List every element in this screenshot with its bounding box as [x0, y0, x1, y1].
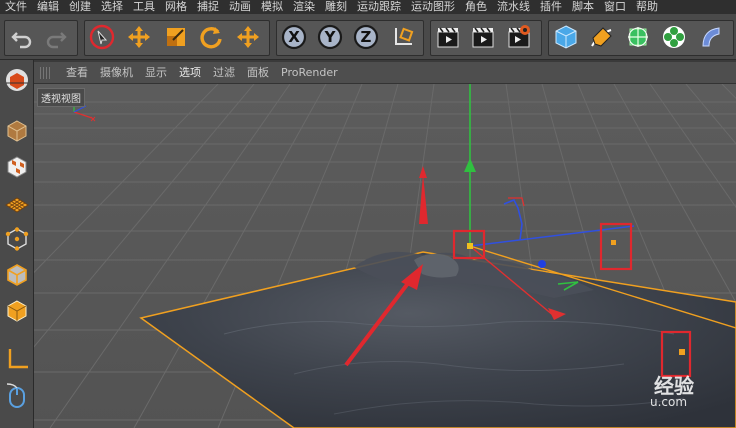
- viewport-menu-filter[interactable]: 过滤: [207, 62, 241, 84]
- menu-select[interactable]: 选择: [96, 0, 128, 14]
- viewport-menu-panel[interactable]: 面板: [241, 62, 275, 84]
- menu-mesh[interactable]: 网格: [160, 0, 192, 14]
- pen-spline-icon[interactable]: [587, 21, 617, 53]
- viewport-menu-options[interactable]: 选项: [173, 62, 207, 84]
- axis-z-button[interactable]: Z: [351, 21, 381, 53]
- selected-point-top[interactable]: [467, 243, 473, 249]
- menu-help[interactable]: 帮助: [631, 0, 663, 14]
- make-editable-icon[interactable]: [2, 64, 32, 96]
- move-alt-icon[interactable]: [233, 21, 263, 53]
- menu-animate[interactable]: 动画: [224, 0, 256, 14]
- axis-y-button[interactable]: Y: [315, 21, 345, 53]
- menu-plugins[interactable]: 插件: [535, 0, 567, 14]
- menu-file[interactable]: 文件: [0, 0, 32, 14]
- viewport-menubar: 查看 摄像机 显示 选项 过滤 面板 ProRender: [34, 62, 736, 84]
- undo-icon[interactable]: [7, 21, 37, 53]
- menu-window[interactable]: 窗口: [599, 0, 631, 14]
- subdivision-surface-icon[interactable]: [623, 21, 653, 53]
- texture-mode-icon[interactable]: [2, 151, 32, 183]
- axis-mode-icon[interactable]: [2, 343, 32, 375]
- render-to-picture-viewer-icon[interactable]: [468, 21, 498, 53]
- svg-text:X: X: [288, 28, 300, 46]
- cloner-icon[interactable]: [659, 21, 689, 53]
- menu-simulate[interactable]: 模拟: [256, 0, 288, 14]
- menu-edit[interactable]: 编辑: [32, 0, 64, 14]
- viewport-title-label[interactable]: 透视视图: [37, 88, 85, 107]
- main-toolbar: X Y Z: [0, 14, 736, 60]
- edges-mode-icon[interactable]: [2, 259, 32, 291]
- viewport-scene: [34, 84, 736, 428]
- menu-create[interactable]: 创建: [64, 0, 96, 14]
- viewport-menu-view[interactable]: 查看: [60, 62, 94, 84]
- menubar: 文件 编辑 创建 选择 工具 网格 捕捉 动画 模拟 渲染 雕刻 运动跟踪 运动…: [0, 0, 736, 14]
- rotate-icon[interactable]: [196, 21, 226, 53]
- redo-icon[interactable]: [41, 21, 71, 53]
- menu-mograph[interactable]: 运动图形: [406, 0, 460, 14]
- live-selection-icon[interactable]: [87, 21, 117, 53]
- viewport-menu-display[interactable]: 显示: [139, 62, 173, 84]
- menu-pipeline[interactable]: 流水线: [492, 0, 535, 14]
- left-tool-palette: [0, 60, 34, 428]
- watermark-url: u.com: [650, 395, 688, 409]
- menu-tools[interactable]: 工具: [128, 0, 160, 14]
- polygons-mode-icon[interactable]: [2, 295, 32, 327]
- menu-motion-tracking[interactable]: 运动跟踪: [352, 0, 406, 14]
- menu-snap[interactable]: 捕捉: [192, 0, 224, 14]
- menu-sculpt[interactable]: 雕刻: [320, 0, 352, 14]
- drag-grip-icon[interactable]: [40, 66, 52, 79]
- model-mode-icon[interactable]: [2, 115, 32, 147]
- viewport-menu-prorender[interactable]: ProRender: [275, 62, 344, 84]
- scale-icon[interactable]: [161, 21, 191, 53]
- tweak-mode-icon[interactable]: [2, 379, 32, 411]
- workplane-mode-icon[interactable]: [2, 187, 32, 219]
- coordinate-system-icon[interactable]: [388, 21, 418, 53]
- svg-text:Z: Z: [361, 28, 372, 46]
- svg-text:Y: Y: [324, 28, 337, 46]
- axis-x-button[interactable]: X: [279, 21, 309, 53]
- move-icon[interactable]: [124, 21, 154, 53]
- perspective-viewport[interactable]: 透视视图 经验 u.com: [34, 84, 736, 428]
- cube-object-icon[interactable]: [551, 21, 581, 53]
- render-view-icon[interactable]: [433, 21, 463, 53]
- z-axis-handle[interactable]: [538, 260, 546, 268]
- selected-point-right[interactable]: [611, 240, 616, 245]
- menu-character[interactable]: 角色: [460, 0, 492, 14]
- deformer-bend-icon[interactable]: [695, 21, 725, 53]
- viewport-menu-cameras[interactable]: 摄像机: [94, 62, 139, 84]
- render-settings-icon[interactable]: [504, 21, 534, 53]
- menu-render[interactable]: 渲染: [288, 0, 320, 14]
- menu-script[interactable]: 脚本: [567, 0, 599, 14]
- selected-point-corner[interactable]: [679, 349, 685, 355]
- points-mode-icon[interactable]: [2, 223, 32, 255]
